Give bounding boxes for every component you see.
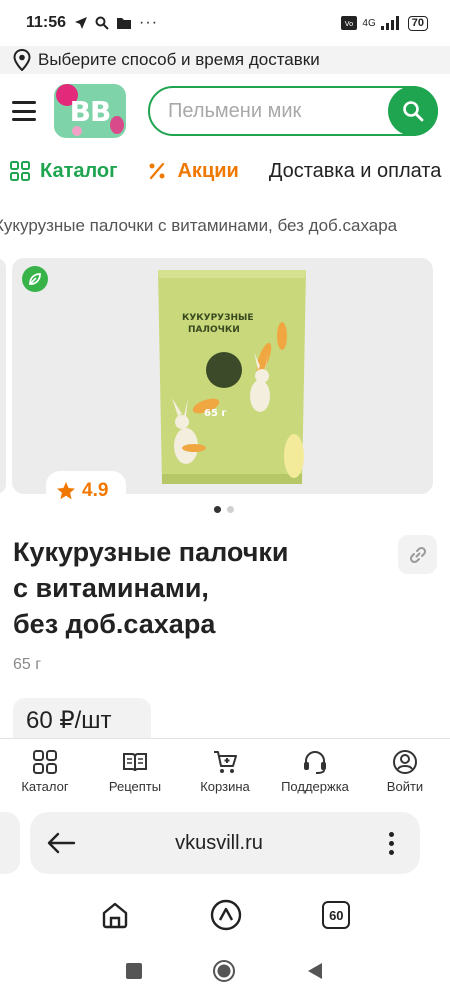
nav-item-delivery[interactable]: Доставка и оплата	[269, 160, 442, 183]
breadcrumb: Кукурузные палочки с витаминами, без доб…	[0, 216, 398, 235]
delivery-text: Выберите способ и время доставки	[38, 50, 320, 69]
search-icon	[403, 101, 424, 122]
product-price: 60 ₽/шт	[13, 698, 151, 742]
cart-icon	[214, 751, 237, 773]
previous-tab-edge[interactable]	[0, 812, 20, 874]
delivery-selector[interactable]: Выберите способ и время доставки	[0, 46, 450, 74]
network-type: 4G	[362, 17, 376, 29]
bottom-nav-label: Рецепты	[108, 779, 162, 794]
grid-icon	[33, 750, 57, 774]
product-gallery[interactable]: КУКУРУЗНЫЕ ПАЛОЧКИ 65 г	[12, 258, 433, 494]
search-status-icon	[95, 16, 109, 30]
home-circle-icon[interactable]	[212, 959, 236, 983]
folder-icon	[117, 18, 132, 29]
package-text-line2: ПАЛОЧКИ	[188, 325, 240, 335]
location-pin-icon	[13, 49, 31, 71]
nav-label-delivery: Доставка и оплата	[268, 159, 442, 182]
url-text[interactable]: vkusvill.ru	[76, 832, 362, 855]
signal-icon	[380, 16, 399, 30]
bottom-nav-login[interactable]: Войти	[365, 749, 445, 794]
svg-text:Vo: Vo	[345, 20, 354, 28]
logo-text: ВВ	[69, 94, 112, 128]
bottom-nav-label: Каталог	[21, 779, 69, 794]
rating-badge: 4.9	[46, 471, 126, 511]
package-text-line1: КУКУРУЗНЫЕ	[182, 313, 254, 323]
link-icon	[409, 546, 426, 563]
gallery-dot-1[interactable]	[214, 506, 221, 513]
battery-icon: 70	[407, 15, 428, 31]
vkusvill-logo[interactable]: ВВ	[54, 84, 126, 138]
bottom-nav-catalog[interactable]: Каталог	[5, 749, 85, 794]
gallery-pagination	[214, 506, 234, 513]
status-right: Vo 4G 70	[341, 15, 428, 31]
browser-toolbar: vkusvill.ru	[0, 800, 450, 890]
nav-label-promotions: Акции	[177, 159, 239, 182]
product-weight: 65 г	[13, 656, 42, 673]
user-icon	[393, 750, 417, 774]
rating-value: 4.9	[82, 480, 109, 501]
search-input[interactable]	[168, 99, 368, 123]
package-weight: 65 г	[204, 408, 227, 419]
search-button[interactable]	[388, 86, 438, 136]
nav-label-catalog: Каталог	[40, 159, 118, 182]
volte-icon: Vo	[341, 16, 358, 30]
headset-icon	[304, 751, 326, 774]
bottom-nav-label: Войти	[386, 779, 424, 794]
location-arrow-icon	[75, 17, 88, 29]
status-bar: 11:56 ··· Vo 4G 70	[0, 0, 450, 46]
browser-nav: 60	[0, 890, 450, 940]
nav-item-catalog[interactable]: Каталог	[10, 160, 117, 183]
back-arrow-icon[interactable]	[46, 828, 76, 858]
share-link-button[interactable]	[398, 535, 437, 574]
product-title: Кукурузные палочки с витаминами, без доб…	[13, 537, 289, 639]
bottom-nav-label: Корзина	[200, 779, 250, 794]
address-bar[interactable]: vkusvill.ru	[30, 812, 420, 874]
gallery-dot-2[interactable]	[227, 506, 234, 513]
grid-icon	[10, 161, 30, 181]
home-icon[interactable]	[100, 900, 130, 930]
top-nav: Каталог Акции Доставка и оплата	[0, 148, 450, 194]
percent-icon	[149, 162, 165, 180]
bottom-nav: Каталог Рецепты Корзина Поддержка Войти	[0, 738, 450, 800]
alice-assistant-icon[interactable]	[209, 898, 243, 932]
header: ВВ	[0, 74, 450, 148]
recents-square-icon[interactable]	[125, 962, 143, 980]
bottom-nav-label: Поддержка	[281, 779, 349, 794]
more-options-icon[interactable]	[376, 831, 406, 855]
nav-item-promotions[interactable]: Акции	[147, 159, 239, 183]
previous-slide[interactable]	[0, 258, 6, 494]
product-image: КУКУРУЗНЫЕ ПАЛОЧКИ 65 г	[152, 266, 312, 488]
book-icon	[123, 753, 147, 772]
system-nav	[0, 942, 450, 1000]
bottom-nav-cart[interactable]: Корзина	[185, 749, 265, 794]
menu-icon[interactable]	[12, 101, 36, 121]
search-box[interactable]	[148, 86, 438, 136]
star-icon	[57, 482, 75, 500]
more-notifications-icon: ···	[139, 14, 159, 31]
tabs-count-button[interactable]: 60	[322, 901, 351, 929]
back-triangle-icon[interactable]	[305, 961, 325, 981]
bottom-nav-support[interactable]: Поддержка	[275, 749, 355, 794]
eco-leaf-icon	[22, 266, 48, 292]
bottom-nav-recipes[interactable]: Рецепты	[95, 749, 175, 794]
status-icons: ···	[74, 14, 158, 32]
status-time: 11:56	[26, 14, 67, 31]
